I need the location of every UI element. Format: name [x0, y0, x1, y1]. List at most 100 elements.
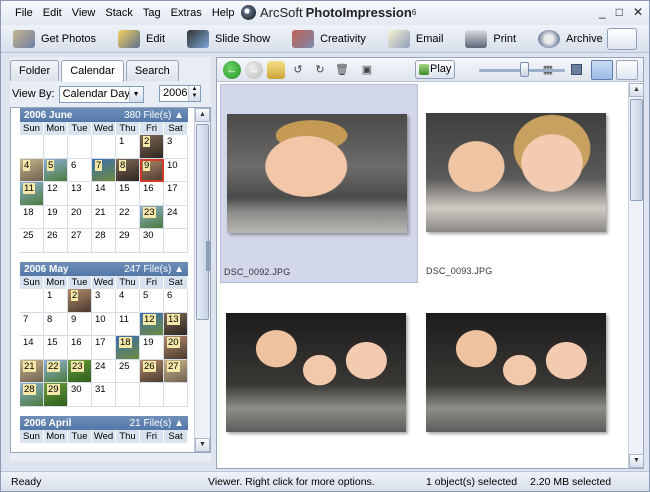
month-header[interactable]: 2006 June 380 File(s) ▲: [20, 108, 188, 122]
calendar-day[interactable]: 6: [68, 158, 92, 182]
rotate-left-icon[interactable]: ↺: [289, 61, 307, 79]
creativity-button[interactable]: Creativity: [280, 27, 376, 51]
calendar-day[interactable]: 26: [140, 359, 164, 383]
email-button[interactable]: Email: [376, 27, 454, 51]
calendar-day[interactable]: 21: [20, 359, 44, 383]
get-photos-button[interactable]: Get Photos: [1, 27, 106, 51]
month-header[interactable]: 2006 May 247 File(s) ▲: [20, 262, 188, 276]
calendar-day[interactable]: 16: [68, 336, 92, 360]
slideshow-button[interactable]: Slide Show: [175, 27, 280, 51]
collapse-icon[interactable]: ▲: [171, 418, 184, 429]
calendar-day[interactable]: 12: [44, 182, 68, 206]
calendar-day[interactable]: 15: [116, 182, 140, 206]
calendar-day[interactable]: 2: [140, 135, 164, 159]
calendar-day[interactable]: 19: [44, 205, 68, 229]
calendar-day[interactable]: 21: [92, 205, 116, 229]
trash-icon[interactable]: 🗑: [333, 61, 351, 79]
minimize-button[interactable]: _: [599, 5, 606, 19]
scroll-thumb[interactable]: [196, 124, 209, 320]
calendar-day[interactable]: 25: [116, 359, 140, 383]
calendar-day[interactable]: 28: [20, 383, 44, 407]
calendar-day[interactable]: 17: [92, 336, 116, 360]
forward-arrow-icon[interactable]: →: [245, 60, 263, 79]
calendar-day[interactable]: 22: [44, 359, 68, 383]
calendar-day[interactable]: 24: [164, 205, 188, 229]
view-by-select[interactable]: Calendar Day ▼: [58, 85, 144, 103]
calendar-day[interactable]: 29: [44, 383, 68, 407]
calendar-day[interactable]: 11: [116, 312, 140, 336]
chevron-down-icon[interactable]: ▼: [128, 86, 143, 102]
calendar-day[interactable]: 24: [92, 359, 116, 383]
spinner-icon[interactable]: ▲ ▼: [188, 86, 200, 101]
calendar-day[interactable]: 28: [92, 229, 116, 253]
year-stepper[interactable]: 2006 ▲ ▼: [159, 85, 201, 102]
calendar-day[interactable]: 13: [68, 182, 92, 206]
thumbnail-cell[interactable]: [423, 289, 621, 469]
calendar-day[interactable]: 17: [164, 182, 188, 206]
calendar-day[interactable]: 25: [20, 229, 44, 253]
calendar-day[interactable]: 18: [116, 336, 140, 360]
month-header[interactable]: 2006 April 21 File(s) ▲: [20, 416, 188, 430]
calendar-day[interactable]: 13: [164, 312, 188, 336]
calendar-day[interactable]: 10: [92, 312, 116, 336]
calendar-day[interactable]: 29: [116, 229, 140, 253]
calendar-day[interactable]: 30: [68, 383, 92, 407]
zoom-slider-thumb[interactable]: [520, 62, 529, 77]
calendar-day[interactable]: 7: [92, 158, 116, 182]
view-options-icon[interactable]: ▣: [355, 61, 379, 79]
thumbnail-view-button[interactable]: [591, 60, 613, 80]
calendar-scrollbar[interactable]: ▲ ▼: [194, 108, 210, 452]
calendar-day[interactable]: 20: [164, 336, 188, 360]
panel-splitter[interactable]: [206, 241, 211, 271]
calendar-day[interactable]: 31: [92, 383, 116, 407]
details-view-button[interactable]: [616, 60, 638, 80]
edit-button[interactable]: Edit: [106, 27, 175, 51]
calendar-day[interactable]: 30: [140, 229, 164, 253]
collapse-icon[interactable]: ▲: [171, 264, 184, 275]
scroll-down-icon[interactable]: ▼: [629, 454, 644, 468]
close-button[interactable]: ✕: [633, 5, 643, 19]
thumbnail-cell[interactable]: [220, 289, 418, 469]
menu-extras[interactable]: Extras: [166, 7, 207, 19]
viewer-scrollbar[interactable]: ▲ ▼: [628, 83, 644, 468]
maximize-button[interactable]: □: [616, 5, 623, 19]
calendar-day[interactable]: 11: [20, 182, 44, 206]
calendar-day[interactable]: 2: [68, 289, 92, 313]
calendar-day[interactable]: 23: [68, 359, 92, 383]
calendar-day[interactable]: 9: [140, 158, 164, 182]
calendar-day[interactable]: 18: [20, 205, 44, 229]
menu-help[interactable]: Help: [207, 7, 240, 19]
calendar-day[interactable]: 8: [116, 158, 140, 182]
calendar-day[interactable]: 20: [68, 205, 92, 229]
zoom-max-icon[interactable]: [571, 64, 582, 75]
calendar-day[interactable]: 4: [20, 158, 44, 182]
scroll-up-icon[interactable]: ▲: [629, 83, 644, 97]
calendar-day[interactable]: 19: [140, 336, 164, 360]
thumbnail-cell[interactable]: DSC_0093.JPG: [423, 84, 621, 283]
calendar-day[interactable]: 1: [44, 289, 68, 313]
photo-thumbnail[interactable]: [227, 114, 407, 233]
calendar-day[interactable]: 27: [68, 229, 92, 253]
photo-thumbnail[interactable]: [226, 313, 406, 432]
calendar-day[interactable]: 3: [164, 135, 188, 159]
photo-thumbnail[interactable]: [426, 113, 606, 232]
rotate-right-icon[interactable]: ↻: [311, 61, 329, 79]
calendar-day[interactable]: 6: [164, 289, 188, 313]
calendar-day[interactable]: 23: [140, 205, 164, 229]
calendar-day[interactable]: 12: [140, 312, 164, 336]
menu-edit[interactable]: Edit: [38, 7, 67, 19]
calendar-day[interactable]: 14: [92, 182, 116, 206]
scroll-down-icon[interactable]: ▼: [195, 438, 210, 452]
menu-file[interactable]: File: [1, 7, 38, 19]
photo-thumbnail[interactable]: [426, 313, 606, 432]
thumbnail-cell[interactable]: DSC_0092.JPG: [220, 84, 418, 283]
calendar-day[interactable]: 8: [44, 312, 68, 336]
calendar-day[interactable]: 10: [164, 158, 188, 182]
back-arrow-icon[interactable]: ←: [223, 60, 241, 79]
menu-stack[interactable]: Stack: [100, 7, 138, 19]
calendar-day[interactable]: 14: [20, 336, 44, 360]
tab-folder[interactable]: Folder: [10, 60, 60, 81]
calendar-day[interactable]: 3: [92, 289, 116, 313]
calendar-day[interactable]: 5: [44, 158, 68, 182]
calendar-day[interactable]: 26: [44, 229, 68, 253]
